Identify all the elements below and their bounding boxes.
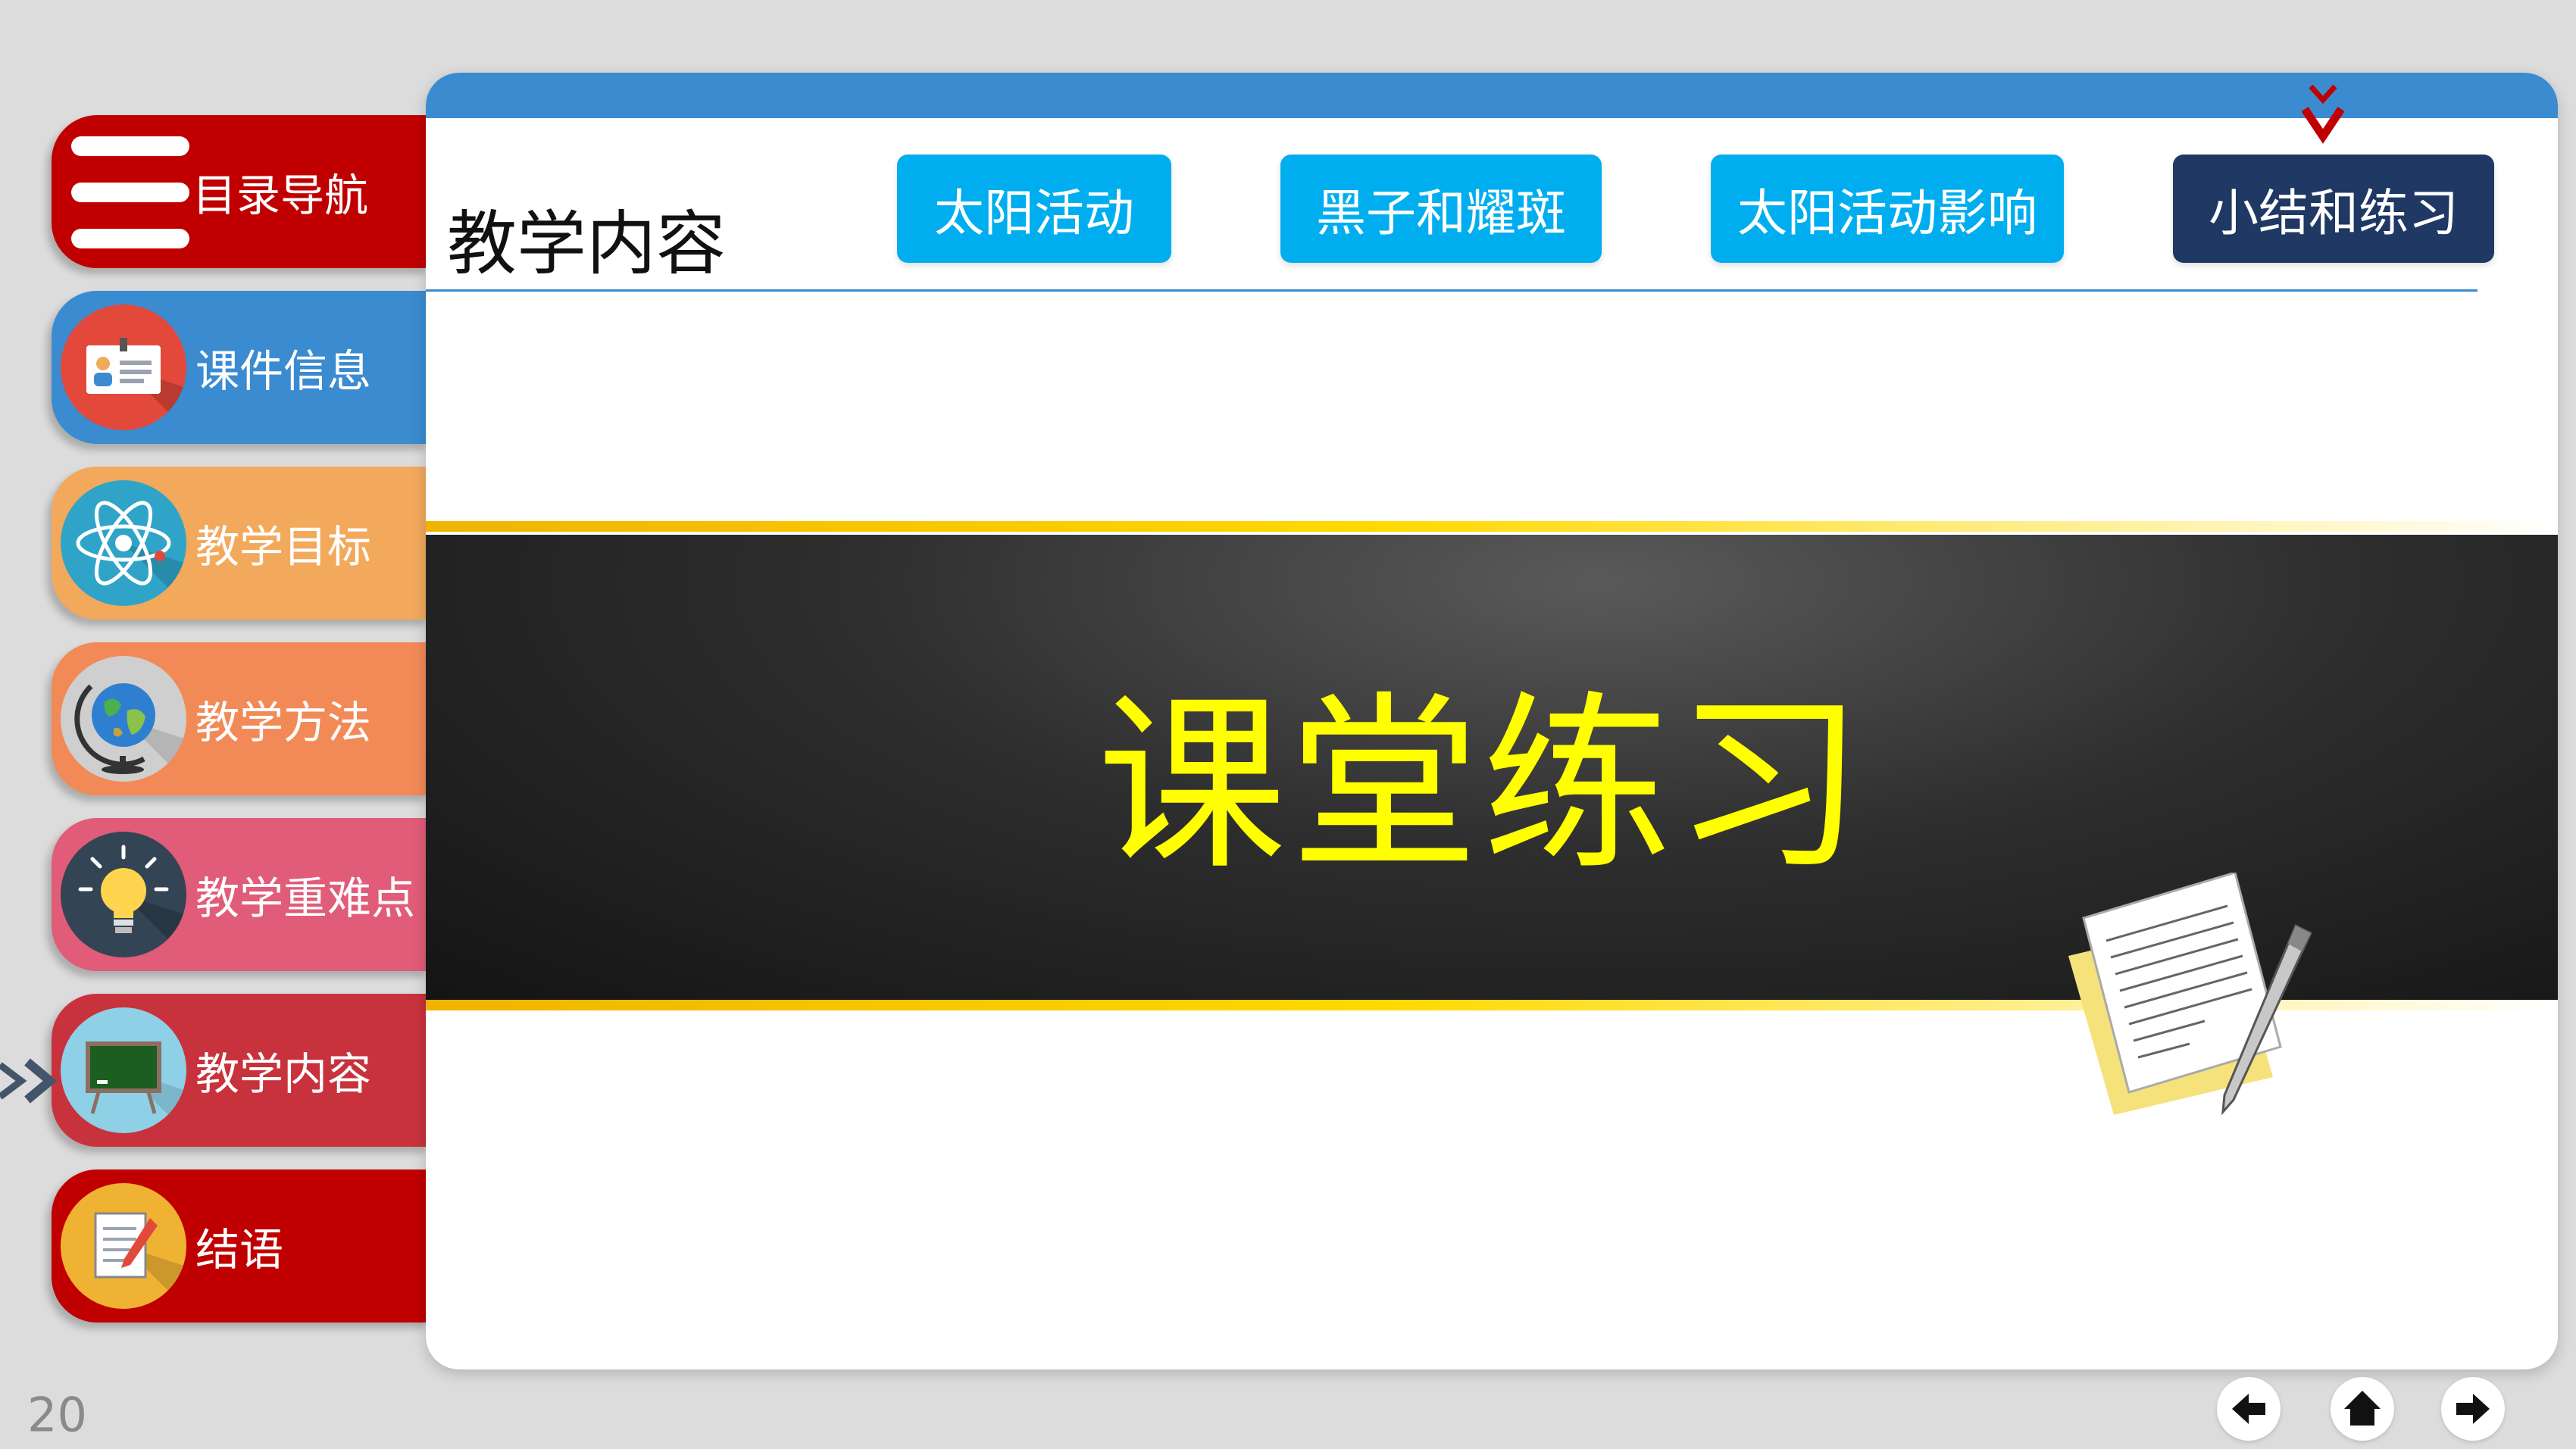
content-panel: 教学内容 太阳活动 黑子和耀斑 太阳活动影响 小结和练习 课堂练习 bbox=[426, 73, 2558, 1369]
panel-header-bar bbox=[426, 73, 2558, 118]
banner-title: 课堂练习 bbox=[1097, 675, 1867, 895]
nav-label: 课件信息 bbox=[195, 345, 372, 397]
nav-label: 教学重难点 bbox=[195, 873, 416, 924]
atom-icon bbox=[61, 480, 186, 606]
home-icon bbox=[2344, 1391, 2381, 1426]
nav-item-course-info[interactable]: 课件信息 bbox=[52, 291, 430, 444]
tab-sunspots-flares[interactable]: 黑子和耀斑 bbox=[1280, 155, 1602, 263]
nav-label: 目录导航 bbox=[192, 170, 369, 221]
nav-item-key-points[interactable]: 教学重难点 bbox=[52, 818, 430, 971]
id-card-icon bbox=[61, 304, 186, 430]
page-number: 20 bbox=[27, 1387, 87, 1443]
previous-arrow-icon bbox=[2232, 1394, 2265, 1424]
nav-label: 教学内容 bbox=[195, 1048, 372, 1100]
previous-button[interactable] bbox=[2217, 1377, 2281, 1441]
notepad-icon bbox=[61, 1183, 186, 1309]
tab-solar-activity[interactable]: 太阳活动 bbox=[897, 155, 1171, 263]
lightbulb-icon bbox=[61, 832, 186, 957]
nav-label: 结语 bbox=[195, 1224, 284, 1276]
header-divider bbox=[426, 289, 2478, 292]
blackboard-icon bbox=[61, 1007, 186, 1133]
next-arrow-icon bbox=[2456, 1394, 2490, 1424]
tab-solar-impact[interactable]: 太阳活动影响 bbox=[1711, 155, 2064, 263]
nav-label: 教学目标 bbox=[195, 521, 372, 573]
paper-pen-icon bbox=[2068, 873, 2312, 1116]
page-title: 教学内容 bbox=[447, 203, 727, 285]
home-button[interactable] bbox=[2331, 1377, 2394, 1441]
next-button[interactable] bbox=[2441, 1377, 2505, 1441]
banner-top-stripe bbox=[426, 521, 2558, 532]
selected-pointer-icon bbox=[0, 1058, 58, 1104]
nav-item-toc[interactable]: 目录导航 bbox=[52, 115, 430, 268]
tab-summary-exercises[interactable]: 小结和练习 bbox=[2173, 155, 2494, 263]
nav-item-teaching-content[interactable]: 教学内容 bbox=[52, 994, 430, 1147]
nav-item-teaching-goals[interactable]: 教学目标 bbox=[52, 467, 430, 620]
active-tab-marker-icon bbox=[2302, 84, 2344, 144]
nav-item-teaching-methods[interactable]: 教学方法 bbox=[52, 642, 430, 795]
menu-icon bbox=[71, 136, 189, 248]
globe-icon bbox=[61, 656, 186, 782]
nav-item-conclusion[interactable]: 结语 bbox=[52, 1170, 430, 1323]
nav-label: 教学方法 bbox=[195, 697, 372, 748]
